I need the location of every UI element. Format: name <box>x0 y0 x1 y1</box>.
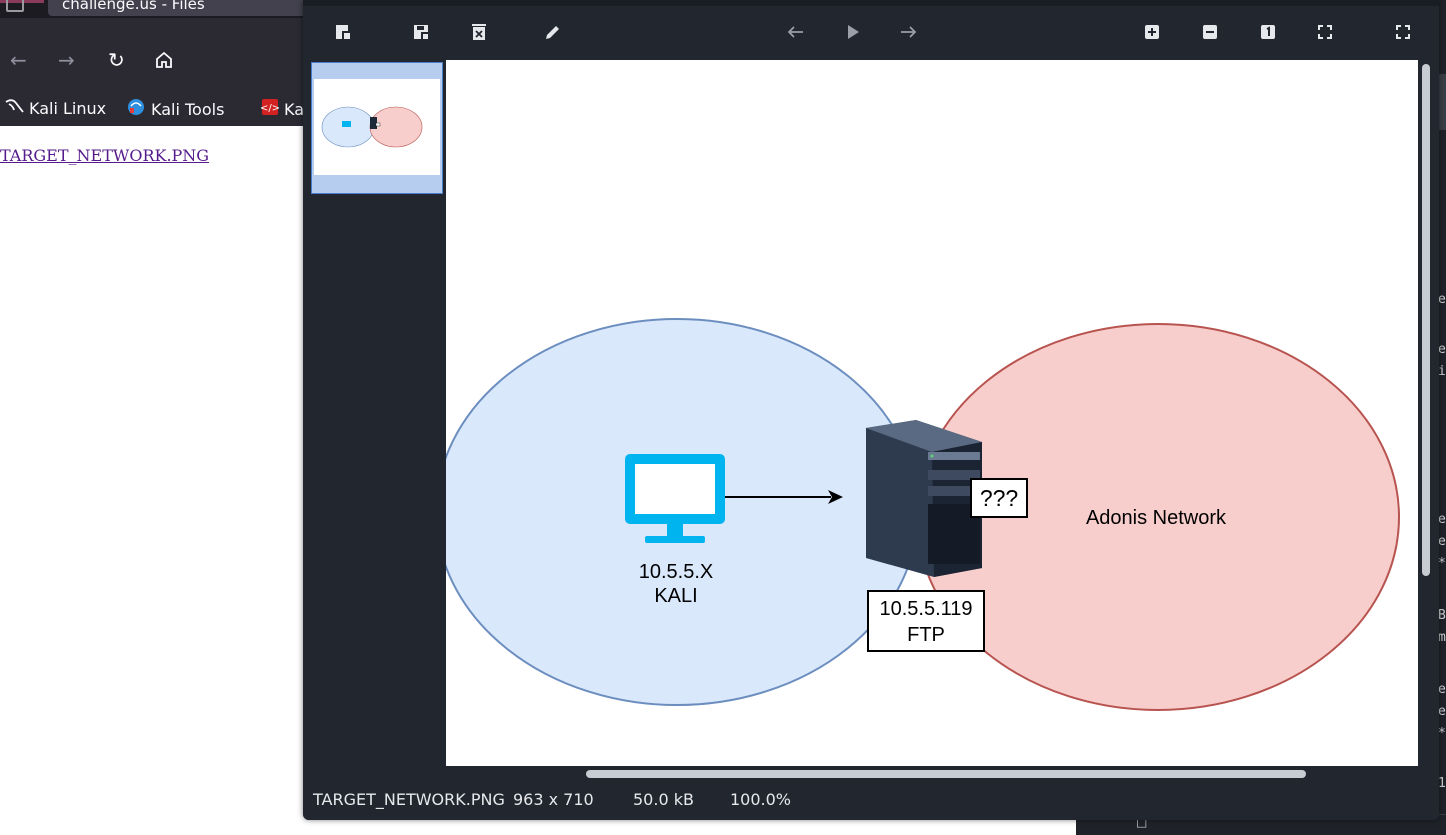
target-network-file-link[interactable]: TARGET_NETWORK.PNG <box>0 146 209 165</box>
bookmark-label: Kali Tools <box>151 99 225 119</box>
status-dimensions: 963 x 710 <box>513 790 594 809</box>
bookmark-label: Ka <box>284 99 305 119</box>
bookmark-label: Kali Linux <box>29 98 107 118</box>
unknown-host-box: ??? <box>970 478 1028 518</box>
status-zoom: 100.0% <box>730 790 792 809</box>
zoom-actual-size-icon[interactable] <box>1256 20 1280 44</box>
edit-icon[interactable] <box>541 20 565 44</box>
zoom-fit-icon[interactable] <box>1313 20 1337 44</box>
reload-icon[interactable]: ↻ <box>108 48 125 72</box>
browser-navbar: ← → ↻ <box>0 18 303 92</box>
delete-icon[interactable] <box>467 20 491 44</box>
slideshow-icon[interactable] <box>841 20 865 44</box>
terminal-text-fragment: * <box>1438 556 1446 571</box>
next-icon[interactable] <box>897 20 921 44</box>
status-size: 50.0 kB <box>633 790 694 809</box>
terminal-text-fragment: e <box>1438 682 1446 697</box>
viewer-statusbar: TARGET_NETWORK.PNG 963 x 710 50.0 kB 100… <box>303 784 1439 820</box>
browser-window: challenge.us - Files ← → ↻ Kali Linux Ka… <box>0 0 305 834</box>
kali-tools-icon <box>126 98 146 120</box>
ftp-name-label: FTP <box>907 624 945 646</box>
terminal-text-fragment: e <box>1438 512 1446 527</box>
kali-name-label: KALI <box>654 585 698 607</box>
thumbnail-strip <box>303 60 446 782</box>
forward-arrow-icon[interactable]: → <box>58 48 75 72</box>
back-arrow-icon[interactable]: ← <box>10 48 27 72</box>
kali-dragon-icon <box>4 98 24 118</box>
kali-ip-label: 10.5.5.X <box>638 561 714 583</box>
terminal-text-fragment: i <box>1438 364 1446 379</box>
terminal-text-fragment: e <box>1438 342 1446 357</box>
exploit-db-icon: </> <box>260 98 280 120</box>
terminal-text-fragment: * <box>1438 726 1446 741</box>
browser-tab-strip: challenge.us - Files <box>0 0 303 18</box>
bookmarks-toolbar: Kali Linux Kali Tools </> Ka <box>0 92 305 126</box>
thumbnail-item-selected[interactable] <box>311 62 443 194</box>
ftp-ip-label: 10.5.5.119 <box>879 598 973 620</box>
home-icon[interactable] <box>154 50 174 75</box>
terminal-text-fragment: e <box>1438 292 1446 307</box>
terminal-text-fragment: m <box>1438 630 1446 645</box>
adonis-network-label: Adonis Network <box>1085 507 1227 529</box>
status-filename: TARGET_NETWORK.PNG <box>313 790 505 809</box>
fullscreen-icon[interactable] <box>1391 20 1415 44</box>
ftp-server-icon <box>866 420 982 577</box>
save-icon[interactable] <box>409 20 433 44</box>
previous-icon[interactable] <box>783 20 807 44</box>
image-canvas[interactable]: 10.5.5.X KALI ??? 10.5.5.119 FTP Adonis … <box>446 60 1418 766</box>
terminal-text-fragment: e <box>1438 534 1446 549</box>
viewer-toolbar <box>303 6 1439 60</box>
ftp-server-box: 10.5.5.119 FTP <box>867 590 985 652</box>
image-viewer-window: 10.5.5.X KALI ??? 10.5.5.119 FTP Adonis … <box>303 0 1439 820</box>
browser-tab[interactable]: challenge.us - Files <box>48 0 303 16</box>
zoom-in-icon[interactable] <box>1140 20 1164 44</box>
bookmark-kali-linux[interactable]: Kali Linux <box>4 98 106 118</box>
zoom-out-icon[interactable] <box>1198 20 1222 44</box>
open-icon[interactable] <box>331 20 355 44</box>
vertical-scrollbar[interactable] <box>1422 64 1430 576</box>
bookmark-kali-tools[interactable]: Kali Tools <box>126 98 224 120</box>
horizontal-scrollbar[interactable] <box>586 770 1306 778</box>
terminal-text-fragment: 1 <box>1438 776 1446 791</box>
thumbnail-image <box>314 79 440 175</box>
svg-text:</>: </> <box>261 103 279 114</box>
tab-list-icon[interactable] <box>6 0 24 12</box>
browser-tab-title: challenge.us - Files <box>62 0 205 13</box>
bookmark-exploit-db[interactable]: </> Ka <box>260 98 305 120</box>
terminal-text-fragment: B <box>1438 608 1446 623</box>
network-diagram <box>446 318 1400 711</box>
terminal-text-fragment: e <box>1438 704 1446 719</box>
